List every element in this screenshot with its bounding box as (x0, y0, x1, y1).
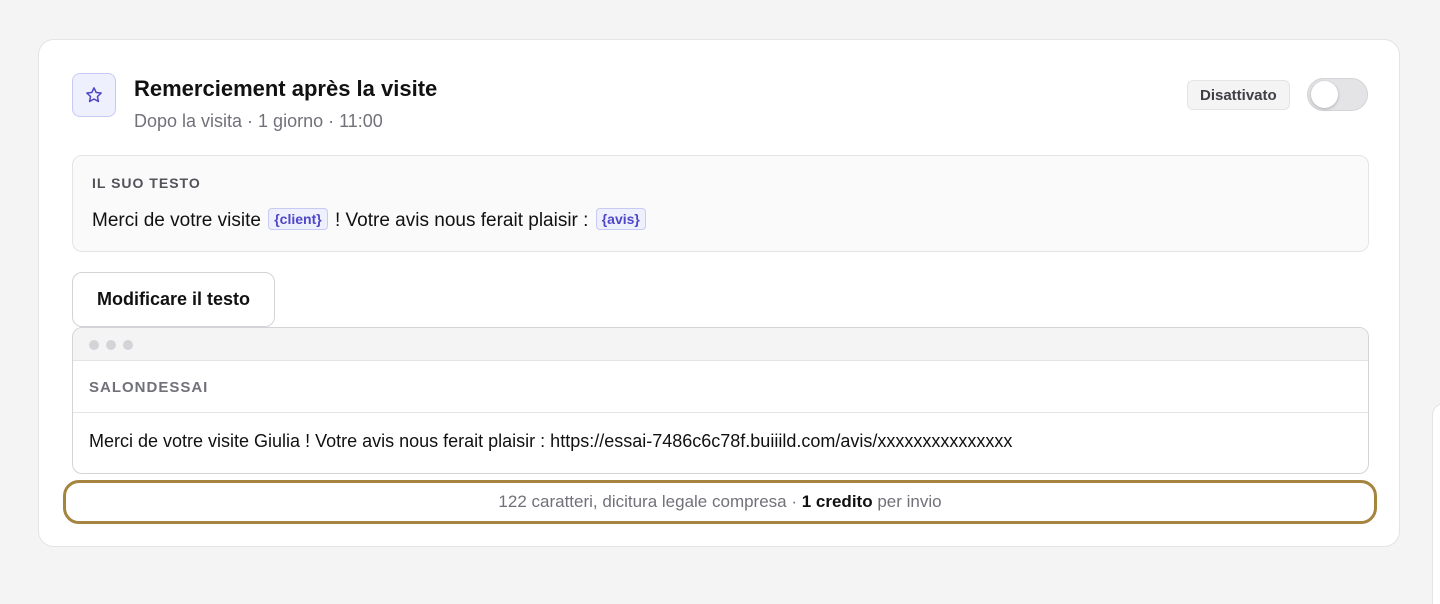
window-dot (106, 340, 116, 350)
star-icon (72, 73, 116, 117)
variable-chip-avis: {avis} (595, 208, 646, 230)
sms-preview: SALONDESSAI Merci de votre visite Giulia… (72, 327, 1369, 474)
window-dot (123, 340, 133, 350)
preview-message: Merci de votre visite Giulia ! Votre avi… (89, 431, 1013, 451)
text-panel: IL SUO TESTO Merci de votre visite {clie… (72, 155, 1369, 252)
edit-text-button[interactable]: Modificare il testo (72, 272, 275, 327)
template-text-2: ! Votre avis nous ferait plaisir : (329, 210, 594, 231)
counter-prefix: 122 caratteri, dicitura legale compresa … (498, 492, 802, 511)
activation-toggle[interactable] (1307, 78, 1368, 111)
preview-window-bar (73, 328, 1368, 361)
preview-divider (73, 412, 1368, 413)
side-panel-edge (1432, 403, 1440, 604)
window-dot (89, 340, 99, 350)
text-panel-label: IL SUO TESTO (92, 175, 201, 191)
variable-chip-client: {client} (268, 208, 328, 230)
toggle-knob (1311, 81, 1338, 108)
preview-sender: SALONDESSAI (89, 379, 209, 396)
card-title: Remerciement après la visite (134, 76, 438, 101)
card-subtitle: Dopo la visita · 1 giorno · 11:00 (134, 111, 383, 131)
automation-card: Remerciement après la visite Dopo la vis… (38, 39, 1400, 547)
status-badge: Disattivato (1187, 80, 1290, 110)
character-counter: 122 caratteri, dicitura legale compresa … (63, 480, 1377, 524)
counter-suffix: per invio (872, 492, 942, 511)
message-template: Merci de votre visite {client} ! Votre a… (92, 208, 648, 232)
template-text-1: Merci de votre visite (92, 210, 267, 231)
counter-credits: 1 credito (801, 492, 873, 511)
